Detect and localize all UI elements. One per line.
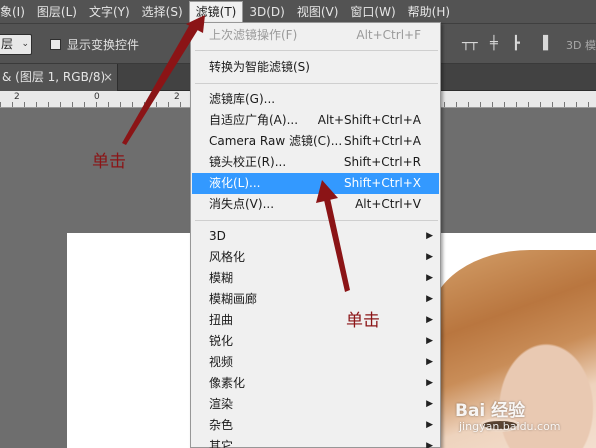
watermark-text: Bai 经验 <box>455 401 526 421</box>
submenu-arrow-icon: ▶ <box>426 315 433 325</box>
align-left-icon[interactable]: ┣ <box>512 37 520 51</box>
baidu-watermark-logo: Bai 经验 jingyan.baidu.com <box>455 390 596 444</box>
menu-item-label: 扭曲 <box>209 313 234 327</box>
menu-separator <box>195 83 438 84</box>
chevron-down-icon: ⌄ <box>21 39 29 49</box>
align-top-icon[interactable]: ┬┬ <box>462 37 478 51</box>
menu-item-liquify[interactable]: 液化(L)... Shift+Ctrl+X <box>192 173 439 194</box>
menu-item-label: 视频 <box>209 355 234 369</box>
submenu-arrow-icon: ▶ <box>426 357 433 367</box>
menu-item-shortcut: Shift+Ctrl+R <box>343 155 421 169</box>
menu-filter[interactable]: 滤镜(T) <box>188 0 244 23</box>
menu-item-label: 风格化 <box>209 250 246 264</box>
menu-item-shortcut: Shift+Ctrl+A <box>344 134 421 148</box>
distribute-icon[interactable]: ▐ <box>538 37 548 51</box>
menu-item-label: 自适应广角(A)... <box>209 113 299 127</box>
submenu-arrow-icon: ▶ <box>426 336 433 346</box>
menu-item-render[interactable]: 渲染 ▶ <box>192 394 439 415</box>
menu-item-blur[interactable]: 模糊 ▶ <box>192 268 439 289</box>
auto-select-dropdown[interactable]: 层 ⌄ <box>0 34 32 55</box>
menu-item-label: 模糊画廊 <box>209 292 258 306</box>
menu-item-shortcut: Alt+Ctrl+V <box>355 197 421 211</box>
menu-image[interactable]: 象(I) <box>0 1 31 23</box>
document-tab-title: & (图层 1, RGB/8) <box>2 70 106 84</box>
menu-item-label: Camera Raw 滤镜(C)... <box>209 134 343 148</box>
menu-item-label: 杂色 <box>209 418 234 432</box>
menu-help[interactable]: 帮助(H) <box>402 1 456 23</box>
menu-item-stylize[interactable]: 风格化 ▶ <box>192 247 439 268</box>
menu-item-label: 其它 <box>209 439 234 448</box>
menu-item-vanishing-point[interactable]: 消失点(V)... Alt+Ctrl+V <box>192 194 439 215</box>
menu-item-label: 镜头校正(R)... <box>209 155 287 169</box>
menu-view[interactable]: 视图(V) <box>291 1 345 23</box>
auto-select-value: 层 <box>1 37 14 51</box>
ruler-label: 2 <box>174 92 180 102</box>
menu-type[interactable]: 文字(Y) <box>83 1 136 23</box>
menu-item-label: 消失点(V)... <box>209 197 275 211</box>
submenu-arrow-icon: ▶ <box>426 399 433 409</box>
submenu-arrow-icon: ▶ <box>426 252 433 262</box>
menu-item-label: 上次滤镜操作(F) <box>209 28 298 42</box>
menu-item-pixelate[interactable]: 像素化 ▶ <box>192 373 439 394</box>
menu-select[interactable]: 选择(S) <box>136 1 189 23</box>
menu-item-other[interactable]: 其它 ▶ <box>192 436 439 448</box>
menu-item-noise[interactable]: 杂色 ▶ <box>192 415 439 436</box>
submenu-arrow-icon: ▶ <box>426 273 433 283</box>
menu-item-label: 模糊 <box>209 271 234 285</box>
menu-item-label: 液化(L)... <box>209 176 261 190</box>
menu-bar: 象(I) 图层(L) 文字(Y) 选择(S) 滤镜(T) 3D(D) 视图(V)… <box>0 0 596 24</box>
close-icon[interactable]: × <box>103 64 113 91</box>
submenu-arrow-icon: ▶ <box>426 378 433 388</box>
submenu-arrow-icon: ▶ <box>426 294 433 304</box>
menu-item-sharpen[interactable]: 锐化 ▶ <box>192 331 439 352</box>
submenu-arrow-icon: ▶ <box>426 441 433 448</box>
filter-menu: 上次滤镜操作(F) Alt+Ctrl+F 转换为智能滤镜(S) 滤镜库(G)..… <box>190 22 441 448</box>
menu-item-camera-raw[interactable]: Camera Raw 滤镜(C)... Shift+Ctrl+A <box>192 131 439 152</box>
menu-item-blur-gallery[interactable]: 模糊画廊 ▶ <box>192 289 439 310</box>
watermark-sub: jingyan.baidu.com <box>459 420 561 433</box>
menu-item-shortcut: Alt+Shift+Ctrl+A <box>317 113 421 127</box>
menu-separator <box>195 50 438 51</box>
menu-window[interactable]: 窗口(W) <box>344 1 401 23</box>
menu-item-label: 转换为智能滤镜(S) <box>209 60 310 74</box>
menu-item-distort[interactable]: 扭曲 ▶ <box>192 310 439 331</box>
menu-item-label: 3D <box>209 229 226 243</box>
submenu-arrow-icon: ▶ <box>426 420 433 430</box>
document-tab[interactable]: & (图层 1, RGB/8) × <box>0 64 118 91</box>
menu-item-shortcut: Alt+Ctrl+F <box>356 28 421 42</box>
menu-item-filter-gallery[interactable]: 滤镜库(G)... <box>192 89 439 110</box>
ruler-label: 2 <box>14 92 20 102</box>
menu-item-shortcut: Shift+Ctrl+X <box>344 176 421 190</box>
menu-item-lens-correction[interactable]: 镜头校正(R)... Shift+Ctrl+R <box>192 152 439 173</box>
menu-item-convert-smart-filter[interactable]: 转换为智能滤镜(S) <box>192 57 439 78</box>
menu-separator <box>195 220 438 221</box>
annotation-click-1: 单击 <box>92 152 126 172</box>
menu-item-label: 像素化 <box>209 376 246 390</box>
show-transform-label: 显示变换控件 <box>67 38 140 52</box>
menu-item-last-filter[interactable]: 上次滤镜操作(F) Alt+Ctrl+F <box>192 25 439 46</box>
show-transform-checkbox[interactable] <box>50 39 61 50</box>
menu-item-label: 锐化 <box>209 334 234 348</box>
ruler-label: 0 <box>94 92 100 102</box>
menu-item-label: 渲染 <box>209 397 234 411</box>
align-center-icon[interactable]: ╪ <box>490 37 498 51</box>
3d-mode-label: 3D 模 <box>566 39 596 52</box>
menu-item-label: 滤镜库(G)... <box>209 92 276 106</box>
menu-item-adaptive-wide-angle[interactable]: 自适应广角(A)... Alt+Shift+Ctrl+A <box>192 110 439 131</box>
menu-3d[interactable]: 3D(D) <box>243 1 290 23</box>
menu-layer[interactable]: 图层(L) <box>31 1 83 23</box>
menu-item-video[interactable]: 视频 ▶ <box>192 352 439 373</box>
annotation-click-2: 单击 <box>346 311 380 331</box>
menu-item-3d[interactable]: 3D ▶ <box>192 226 439 247</box>
submenu-arrow-icon: ▶ <box>426 231 433 241</box>
